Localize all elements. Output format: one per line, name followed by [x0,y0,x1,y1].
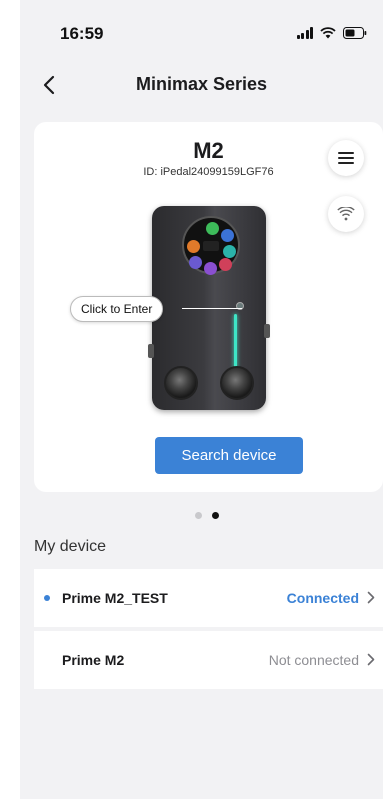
status-bar: 16:59 [20,0,383,64]
device-row-prime-m2[interactable]: Prime M2 Not connected [34,631,383,689]
device-name: Prime M2_TEST [62,590,168,606]
footswitch-left [164,366,198,400]
device-card: M2 ID: iPedal24099159LGF76 Click to Ente… [34,122,383,492]
device-status: Connected [286,590,359,606]
pedal-led-strip [234,314,237,372]
page-dot-1[interactable] [195,512,202,519]
pedal-display [182,216,240,275]
enter-callout-line [182,308,242,309]
navigation-bar: Minimax Series [20,64,383,108]
list-menu-icon [338,152,354,164]
status-icons [296,27,368,39]
footswitch-right [220,366,254,400]
search-device-button[interactable]: Search device [155,437,303,474]
battery-icon [343,27,367,39]
device-list-button[interactable] [328,140,364,176]
device-status: Not connected [268,652,359,668]
wifi-status-icon [320,27,336,39]
wifi-connect-button[interactable] [328,196,364,232]
app-screen: 16:59 Minimax Series M2 ID: iPedal240991… [20,0,383,799]
click-to-enter-button[interactable]: Click to Enter [70,296,164,322]
page-dot-2[interactable] [212,512,219,519]
pedal-jack-left [148,344,154,358]
page-title: Minimax Series [135,74,268,94]
device-name: Prime M2 [62,652,125,668]
wifi-icon [337,207,355,221]
status-time: 16:59 [60,24,104,43]
device-row-prime-m2-test[interactable]: Prime M2_TEST Connected [34,569,383,627]
active-device-dot [44,595,50,601]
page-indicator [195,512,219,519]
my-device-title: My device [34,538,107,555]
chevron-right-icon [367,591,375,604]
cellular-signal-icon [296,27,313,39]
pedal-jack-right [264,324,270,338]
chevron-right-icon [367,653,375,666]
